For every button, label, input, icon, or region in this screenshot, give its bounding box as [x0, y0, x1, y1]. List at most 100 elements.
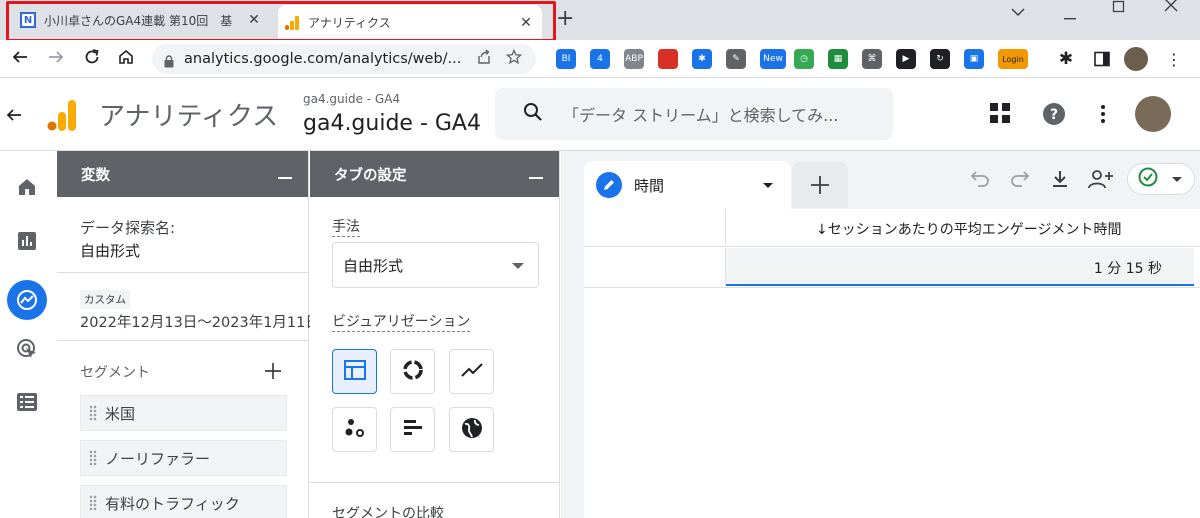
extension-record-icon[interactable] — [658, 49, 678, 69]
extension-timer-icon[interactable]: ◷ — [794, 49, 814, 69]
drag-handle-icon[interactable] — [89, 405, 97, 421]
metric-header[interactable]: ↓セッションあたりの平均エンゲージメント時間 — [816, 219, 1121, 239]
technique-label-text: 手法 — [332, 219, 360, 237]
forward-icon[interactable] — [44, 47, 68, 71]
date-range-chip: カスタム — [80, 290, 130, 309]
extension-tag-icon[interactable]: ⌘ — [862, 49, 882, 69]
star-icon[interactable] — [505, 48, 523, 69]
segments-label: セグメント — [80, 365, 150, 381]
divider — [584, 287, 1200, 288]
dimension-total-cell — [584, 248, 726, 286]
donut-chart-icon — [402, 359, 424, 385]
more-vert-icon[interactable]: ⋮ — [1164, 49, 1184, 69]
segment-item[interactable]: 有料のトラフィック — [80, 485, 287, 518]
help-icon[interactable]: ? — [1043, 103, 1065, 129]
account-breadcrumb[interactable]: ga4.guide - GA4 — [303, 92, 400, 106]
undo-icon[interactable] — [970, 169, 990, 191]
add-segment-button[interactable] — [264, 362, 282, 384]
extension-new-icon[interactable]: New — [760, 49, 786, 69]
chevron-down-icon[interactable] — [763, 182, 773, 188]
drag-handle-icon[interactable] — [89, 495, 97, 511]
property-picker[interactable]: ga4.guide - GA4 — [303, 111, 481, 136]
extension-abp-icon[interactable]: ABP — [624, 49, 644, 69]
segment-item[interactable]: 米国 — [80, 395, 287, 431]
home-icon[interactable] — [13, 173, 41, 201]
geo-viz-button[interactable] — [449, 407, 494, 452]
share-people-icon[interactable] — [1088, 169, 1116, 193]
more-vert-icon[interactable] — [1100, 104, 1106, 128]
share-icon[interactable] — [476, 49, 492, 69]
check-circle-icon — [1138, 167, 1158, 191]
dimension-header-cell — [584, 209, 726, 247]
extension-pen-icon[interactable]: ✎ — [726, 49, 746, 69]
visualization-label-text: ビジュアリゼーション — [332, 314, 471, 332]
collapse-icon[interactable] — [529, 177, 543, 179]
scatter-viz-button[interactable] — [332, 407, 377, 452]
home-icon[interactable] — [114, 47, 138, 71]
ga-header: アナリティクス ga4.guide - GA4 ga4.guide - GA4 … — [0, 78, 1200, 151]
extension-window-icon[interactable]: ▣ — [964, 49, 984, 69]
divider — [57, 340, 309, 341]
extension-ghost-icon[interactable]: 4 — [590, 49, 610, 69]
search-icon — [523, 102, 543, 126]
extension-bug-icon[interactable]: ✱ — [692, 49, 712, 69]
segment-item[interactable]: ノーリファラー — [80, 440, 287, 476]
divider — [310, 482, 560, 483]
extension-play-icon[interactable]: ▶ — [896, 49, 916, 69]
product-name: アナリティクス — [99, 102, 279, 132]
donut-viz-button[interactable] — [390, 349, 435, 394]
advertising-icon[interactable] — [13, 335, 41, 363]
maximize-button[interactable] — [1112, 0, 1126, 18]
side-panel-icon[interactable] — [1092, 49, 1112, 69]
segment-compare-label: セグメントの比較 — [332, 506, 444, 518]
bar-viz-button[interactable] — [390, 407, 435, 452]
technique-select[interactable]: 自由形式 — [332, 242, 539, 288]
tab-time[interactable]: 時間 — [584, 161, 791, 209]
drag-handle-icon[interactable] — [89, 450, 97, 466]
extension-sync-icon[interactable]: ↻ — [930, 49, 950, 69]
reports-icon[interactable] — [13, 227, 41, 255]
address-bar[interactable]: analytics.google.com/analytics/web/... — [152, 44, 536, 74]
reload-icon[interactable] — [80, 47, 104, 71]
line-viz-button[interactable] — [449, 349, 494, 394]
explore-icon[interactable] — [7, 280, 47, 320]
configure-list-icon[interactable] — [13, 388, 41, 416]
search-placeholder: 「データ ストリーム」と検索してみ... — [563, 106, 839, 125]
chevron-down-icon[interactable] — [1010, 2, 1026, 22]
left-nav-rail — [0, 151, 57, 518]
table-header-row: ↓セッションあたりの平均エンゲージメント時間 — [584, 209, 1200, 247]
add-tab-button[interactable] — [792, 162, 848, 208]
apps-grid-icon[interactable] — [989, 102, 1011, 128]
extension-grid-icon[interactable]: ▦ — [828, 49, 848, 69]
window-close-button[interactable] — [1164, 0, 1178, 17]
technique-label: 手法 — [332, 216, 360, 237]
save-status-button[interactable] — [1127, 163, 1195, 195]
analytics-logo-icon — [47, 99, 77, 131]
puzzle-icon[interactable]: ✱ — [1056, 49, 1076, 69]
avatar[interactable] — [1135, 96, 1171, 132]
avatar[interactable] — [1124, 47, 1148, 71]
collapse-icon[interactable] — [278, 177, 292, 179]
new-tab-button[interactable]: + — [556, 6, 574, 31]
panel-title: タブの設定 — [334, 167, 407, 184]
search-input[interactable]: 「データ ストリーム」と検索してみ... — [495, 88, 893, 140]
table-viz-button[interactable] — [332, 349, 377, 394]
lock-icon — [164, 53, 174, 68]
pencil-icon[interactable] — [596, 172, 622, 198]
minimize-button[interactable] — [1064, 6, 1078, 26]
segment-label: ノーリファラー — [105, 449, 211, 468]
tab-settings-header: タブの設定 — [310, 151, 559, 197]
table-total-row: 1 分 15 秒 — [584, 248, 1200, 286]
segment-label: 有料のトラフィック — [105, 494, 240, 513]
exploration-name-field[interactable]: 自由形式 — [80, 240, 140, 261]
extension-bi-icon[interactable]: BI — [556, 49, 576, 69]
back-arrow-icon[interactable] — [2, 104, 26, 128]
download-icon[interactable] — [1050, 169, 1070, 193]
back-icon[interactable] — [8, 47, 32, 71]
redo-icon[interactable] — [1010, 169, 1030, 191]
date-range-picker[interactable]: 2022年12月13日～2023年1月11日 — [80, 311, 320, 332]
highlight-box — [6, 1, 556, 42]
segment-label: 米国 — [105, 404, 136, 423]
extension-login-icon[interactable]: Login — [998, 49, 1028, 69]
svg-text:?: ? — [1050, 107, 1058, 123]
